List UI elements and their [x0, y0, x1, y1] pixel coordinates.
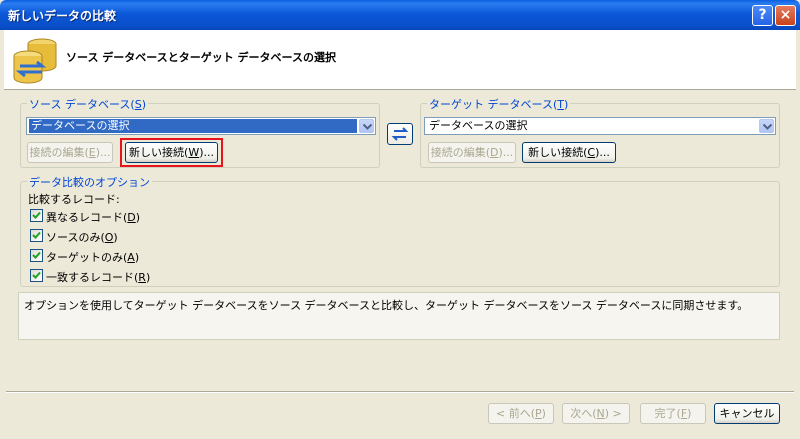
window-title: 新しいデータの比較 — [8, 9, 117, 23]
compare-records-label: 比較するレコード: — [28, 193, 120, 206]
next-button[interactable]: 次へ(N) > — [562, 403, 630, 424]
chevron-down-icon[interactable] — [359, 119, 374, 133]
checkbox-label: 異なるレコード(D) — [46, 211, 141, 224]
checkmark-icon — [32, 251, 41, 259]
checkbox[interactable] — [30, 249, 43, 262]
close-button[interactable]: × — [775, 5, 796, 26]
swap-arrows-icon — [391, 127, 409, 141]
source-database-value: データベースの選択 — [28, 118, 358, 134]
chevron-down-icon[interactable] — [759, 119, 774, 133]
target-database-select[interactable]: データベースの選択 — [424, 117, 776, 135]
checkmark-icon — [32, 231, 41, 239]
checkbox-label: 一致するレコード(R) — [46, 271, 151, 284]
checkbox[interactable] — [30, 269, 43, 282]
checkmark-icon — [32, 271, 41, 279]
source-database-select[interactable]: データベースの選択 — [26, 117, 376, 135]
swap-button[interactable] — [387, 123, 413, 145]
target-database-value: データベースの選択 — [429, 119, 528, 132]
checkbox[interactable] — [30, 209, 43, 222]
database-compare-icon — [13, 38, 57, 84]
checkmark-icon — [32, 211, 41, 219]
finish-button[interactable]: 完了(F) — [640, 403, 706, 424]
checkbox-label: ターゲットのみ(A) — [46, 251, 140, 264]
previous-button[interactable]: < 前へ(P) — [488, 403, 554, 424]
target-database-legend: ターゲット データベース(T) — [427, 96, 571, 112]
footer-separator — [6, 391, 794, 393]
title-bar[interactable]: 新しいデータの比較 ? × — [0, 0, 800, 30]
dialog-window: 新しいデータの比較 ? × ソース データベースとターゲット データベースの選択… — [0, 0, 800, 439]
source-new-connection-button[interactable]: 新しい接続(W)... — [125, 142, 218, 163]
options-legend: データ比較のオプション — [27, 174, 152, 190]
header-band: ソース データベースとターゲット データベースの選択 — [4, 30, 796, 90]
target-edit-connection-button[interactable]: 接続の編集(D)... — [428, 142, 516, 163]
cancel-button[interactable]: キャンセル — [714, 403, 780, 424]
checkbox-label: ソースのみ(O) — [46, 231, 118, 244]
checkbox[interactable] — [30, 229, 43, 242]
help-button[interactable]: ? — [752, 5, 773, 26]
source-edit-connection-button[interactable]: 接続の編集(E)... — [27, 142, 113, 163]
target-new-connection-button[interactable]: 新しい接続(C)... — [522, 142, 616, 163]
source-database-legend: ソース データベース(S) — [27, 96, 148, 112]
page-title: ソース データベースとターゲット データベースの選択 — [66, 51, 337, 64]
description-panel: オプションを使用してターゲット データベースをソース データベースと比較し、ター… — [18, 292, 780, 340]
